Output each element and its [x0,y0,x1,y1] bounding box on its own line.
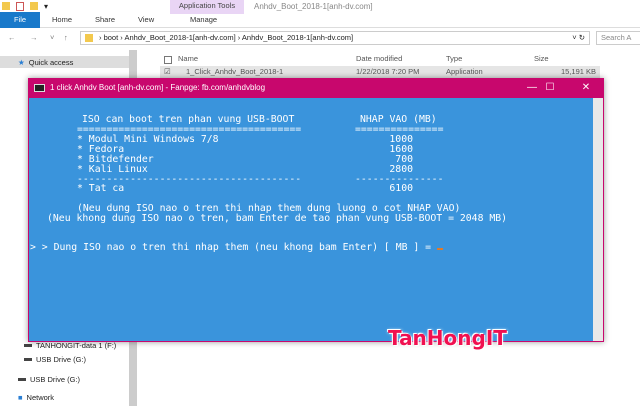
drive-icon [24,358,32,361]
tab-share[interactable]: Share [95,12,115,28]
column-name[interactable]: Name [178,54,198,63]
customize-dropdown-icon[interactable]: ▾ [44,2,48,11]
console-scrollbar[interactable] [593,98,603,341]
maximize-button[interactable]: ☐ [536,78,564,98]
up-icon[interactable]: ↑ [64,33,68,42]
sidebar-item-network[interactable]: ■ Network [18,393,54,402]
refresh-icon[interactable]: ˅ ↻ [572,32,585,44]
sidebar-label: Quick access [28,57,74,67]
new-folder-icon[interactable] [30,2,38,10]
file-row[interactable]: ☑ 1_Click_Anhdv_Boot_2018-1 1/22/2018 7:… [160,66,600,78]
folder-icon [85,34,93,42]
search-input[interactable]: Search A [596,31,640,45]
sidebar-label: USB Drive (G:) [36,355,87,364]
console-output[interactable]: ISO can boot tren phan vung USB-BOOT NHA… [29,98,603,341]
drive-icon [18,378,26,381]
address-bar[interactable]: › boot › Anhdv_Boot_2018-1[anh-dv.com] ›… [80,31,590,45]
window-title: Anhdv_Boot_2018-1[anh-dv.com] [254,2,373,11]
column-size[interactable]: Size [534,54,549,63]
tab-view[interactable]: View [138,12,154,28]
file-list-header: Name Date modified Type Size [150,54,640,66]
folder-icon[interactable] [2,2,10,10]
sidebar-label: USB Drive (G:) [30,375,81,384]
console-window: 1 click Anhdv Boot [anh-dv.com] - Fanpge… [28,78,604,342]
sidebar-item-usb-g[interactable]: USB Drive (G:) [24,355,86,364]
checked-checkbox-icon[interactable]: ☑ [164,67,171,76]
watermark: TanHongIT [388,326,507,350]
sidebar-item-usb-g-root[interactable]: USB Drive (G:) [18,375,80,384]
address-bar-row: ← → ˅ ↑ › boot › Anhdv_Boot_2018-1[anh-d… [0,31,640,45]
file-date: 1/22/2018 7:20 PM [356,67,420,76]
file-type: Application [446,67,483,76]
column-date[interactable]: Date modified [356,54,402,63]
tab-home[interactable]: Home [52,12,72,28]
sidebar-item-quick-access[interactable]: ★ Quick access [0,56,129,68]
forward-icon[interactable]: → [30,33,38,42]
recent-dropdown-icon[interactable]: ˅ [50,33,54,42]
column-type[interactable]: Type [446,54,462,63]
properties-icon[interactable] [16,1,24,11]
close-button[interactable]: ✕ [572,78,600,98]
total-name: * Tat ca [77,183,125,194]
select-all-checkbox[interactable] [164,56,172,64]
drive-icon [24,344,32,347]
file-name: 1_Click_Anhdv_Boot_2018-1 [186,67,284,76]
text-cursor [436,248,443,250]
total-mb: 6100 [389,183,413,194]
prompt-text: > > Dung ISO nao o tren thi nhap them (n… [30,242,437,253]
file-size: 15,191 KB [560,67,596,76]
breadcrumb-item[interactable]: Anhdv_Boot_2018-1[anh-dv.com] [124,33,235,42]
back-icon[interactable]: ← [8,33,16,42]
console-title: 1 click Anhdv Boot [anh-dv.com] - Fanpge… [50,83,266,92]
console-icon [34,84,45,92]
sidebar-item-drive-f[interactable]: TANHONGIT-data 1 (F:) [24,341,116,350]
quick-access-toolbar: ▾ [0,0,48,12]
input-prompt[interactable]: > > Dung ISO nao o tren thi nhap them (n… [30,243,443,253]
breadcrumb-item[interactable]: Anhdv_Boot_2018-1[anh-dv.com] [242,33,353,42]
tab-file[interactable]: File [0,12,40,28]
network-icon: ■ [18,393,23,402]
star-icon: ★ [18,57,25,67]
sidebar-label: Network [26,393,55,402]
breadcrumb-item[interactable]: boot [104,33,119,42]
note-2: (Neu khong dung ISO nao o tren, bam Ente… [47,213,508,224]
tab-manage[interactable]: Manage [190,12,217,28]
sidebar-label: TANHONGIT-data 1 (F:) [36,341,117,350]
